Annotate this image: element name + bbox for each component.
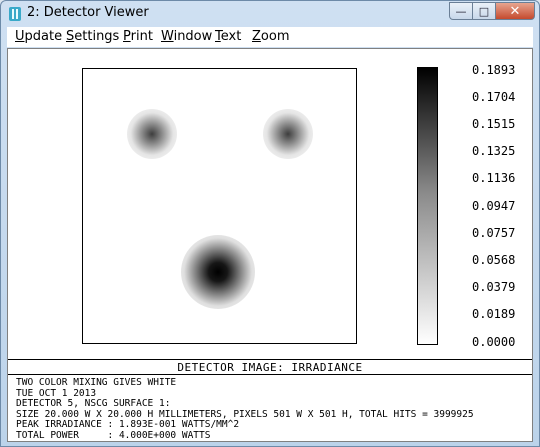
scale-label: 0.0189 xyxy=(472,307,516,321)
spot-bottom-center xyxy=(181,235,255,309)
scale-label: 0.1704 xyxy=(472,90,516,104)
menu-zoom[interactable]: Zoom xyxy=(252,29,289,44)
close-icon: ✕ xyxy=(509,3,521,19)
info-line: TOTAL POWER : 4.000E+000 WATTS xyxy=(16,429,211,441)
scale-label: 0.0568 xyxy=(472,253,516,267)
caption-top-rule xyxy=(8,359,532,360)
spot-upper-left xyxy=(127,109,177,159)
detector-info-text: TWO COLOR MIXING GIVES WHITE TUE OCT 1 20… xyxy=(16,377,474,442)
maximize-button[interactable]: □ xyxy=(472,2,496,20)
maximize-icon: □ xyxy=(478,4,490,18)
menu-settings[interactable]: Settings xyxy=(66,29,119,44)
minimize-icon: — xyxy=(455,4,467,18)
scale-label: 0.0757 xyxy=(472,226,516,240)
info-line: TWO COLOR MIXING GIVES WHITE xyxy=(16,377,177,388)
scale-label: 0.1893 xyxy=(472,63,516,77)
menu-text[interactable]: Text xyxy=(215,29,241,44)
scale-label: 0.0000 xyxy=(472,335,516,349)
detector-viewer-window: 2: Detector Viewer — □ ✕ Update Settings… xyxy=(0,0,540,447)
close-button[interactable]: ✕ xyxy=(495,2,535,20)
scale-label: 0.1515 xyxy=(472,117,516,131)
irradiance-plot xyxy=(82,68,357,344)
scale-label: 0.1136 xyxy=(472,171,516,185)
title-bar[interactable]: 2: Detector Viewer — □ ✕ xyxy=(1,1,539,25)
spot-upper-right xyxy=(263,109,313,159)
menu-update[interactable]: Update xyxy=(15,29,62,44)
caption-bottom-rule xyxy=(8,374,532,375)
irradiance-color-scale xyxy=(417,67,438,345)
menu-bar: Update Settings Print Window Text Zoom xyxy=(7,27,533,47)
minimize-button[interactable]: — xyxy=(449,2,473,20)
detector-caption: DETECTOR IMAGE: IRRADIANCE xyxy=(177,361,363,374)
viewer-client-area: 0.1893 0.1704 0.1515 0.1325 0.1136 0.094… xyxy=(7,48,533,442)
scale-label: 0.0379 xyxy=(472,280,516,294)
menu-print[interactable]: Print xyxy=(123,29,153,44)
app-icon xyxy=(9,7,21,21)
scale-label: 0.0947 xyxy=(472,199,516,213)
menu-window[interactable]: Window xyxy=(161,29,212,44)
window-title: 2: Detector Viewer xyxy=(27,5,149,20)
scale-label: 0.1325 xyxy=(472,144,516,158)
